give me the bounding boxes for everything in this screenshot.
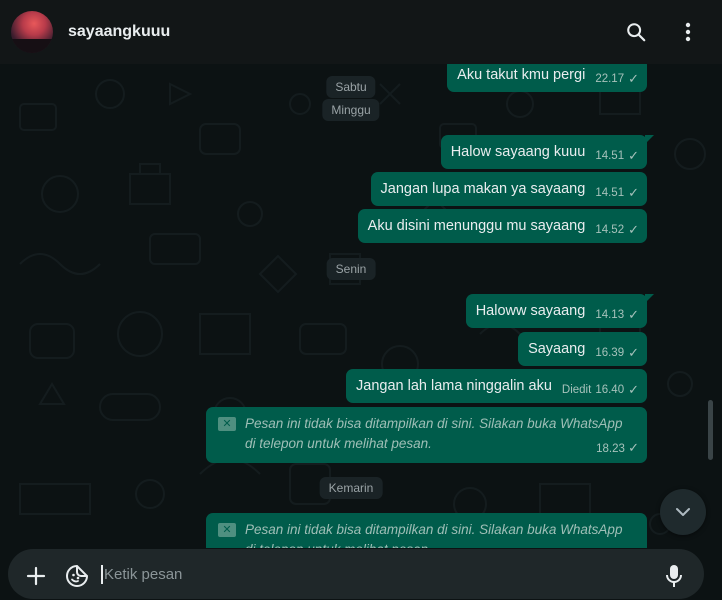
message-bubble[interactable]: Aku disini menunggu mu sayaang 14.52 ✓ (357, 209, 647, 243)
sent-check-icon: ✓ (628, 185, 639, 200)
sent-check-icon: ✓ (628, 307, 639, 322)
message-text: Aku disini menunggu mu sayaang (367, 218, 586, 234)
unsupported-message[interactable]: ✕ Pesan ini tidak bisa ditampilkan di si… (206, 407, 647, 463)
unsupported-message-line2: di telepon untuk melihat pesan. (245, 436, 432, 451)
unsupported-message-icon: ✕ (218, 417, 236, 431)
message-input[interactable] (104, 561, 644, 587)
sent-check-icon: ✓ (628, 345, 639, 360)
message-meta: 14.51 ✓ (595, 148, 639, 164)
message-text: Sayaang (528, 341, 586, 357)
edited-label: Diedit (561, 384, 592, 396)
microphone-icon[interactable] (660, 562, 688, 590)
message-text: Jangan lupa makan ya sayaang (380, 181, 586, 197)
unsupported-message-line1: Pesan ini tidak bisa ditampilkan di sini… (245, 416, 623, 431)
message-time: 14.13 (595, 309, 625, 321)
sent-check-icon: ✓ (628, 222, 639, 237)
avatar[interactable] (11, 11, 53, 53)
chat-header: sayaangkuuu (0, 0, 722, 64)
unsupported-message-line1: Pesan ini tidak bisa ditampilkan di sini… (245, 522, 623, 537)
date-chip-sabtu: Sabtu (326, 76, 376, 98)
attach-plus-icon[interactable] (22, 562, 50, 590)
contact-name[interactable]: sayaangkuuu (68, 23, 170, 41)
message-meta: Diedit 16.40 ✓ (562, 382, 639, 398)
message-bubble[interactable]: Halow sayaang kuuu 14.51 ✓ (440, 135, 655, 169)
message-meta: 14.51 ✓ (595, 185, 639, 201)
message-bubble[interactable]: Haloww sayaang 14.13 ✓ (465, 294, 655, 328)
message-meta: 16.39 ✓ (595, 345, 639, 361)
message-time: 22.17 (595, 73, 625, 85)
sticker-icon[interactable] (63, 562, 91, 590)
scroll-to-bottom-button[interactable] (660, 489, 706, 535)
chevron-down-icon (676, 508, 690, 516)
sent-check-icon: ✓ (628, 382, 639, 397)
message-bubble[interactable]: Aku takut kmu pergi 22.17 ✓ (447, 64, 647, 92)
message-bubble[interactable]: Sayaang 16.39 ✓ (518, 332, 647, 366)
sent-check-icon: ✓ (628, 148, 639, 163)
message-meta: 14.52 ✓ (595, 222, 639, 238)
date-chip-kemarin: Kemarin (319, 477, 383, 499)
message-time: 14.51 (595, 150, 625, 162)
message-meta: 14.13 ✓ (595, 307, 639, 323)
message-time: 14.51 (595, 187, 625, 199)
message-text: Haloww sayaang (475, 303, 586, 319)
message-time: 14.52 (595, 224, 625, 236)
date-chip-senin: Senin (326, 258, 376, 280)
more-vert-icon[interactable] (674, 18, 702, 46)
message-text: Aku takut kmu pergi (457, 67, 586, 83)
text-caret (101, 565, 103, 584)
message-time: 16.39 (595, 347, 625, 359)
message-text: Jangan lah lama ninggalin aku (356, 378, 552, 394)
message-meta: 18.23 ✓ (596, 438, 639, 459)
unsupported-message-line2: di telepon untuk melihat pesan. (245, 540, 637, 548)
message-time: 16.40 (595, 384, 625, 396)
unsupported-message[interactable]: ✕ Pesan ini tidak bisa ditampilkan di si… (206, 513, 647, 548)
message-composer (8, 549, 704, 599)
message-meta: 22.17 ✓ (595, 71, 639, 87)
date-chip-minggu: Minggu (322, 99, 380, 121)
message-bubble[interactable]: Jangan lupa makan ya sayaang 14.51 ✓ (370, 172, 647, 206)
message-bubble[interactable]: Jangan lah lama ninggalin aku Diedit 16.… (346, 369, 647, 403)
search-icon[interactable] (622, 18, 650, 46)
sent-check-icon: ✓ (628, 440, 639, 455)
message-text: Halow sayaang kuuu (450, 144, 586, 160)
message-list[interactable]: Aku takut kmu pergi 22.17 ✓ Sabtu Minggu… (0, 64, 722, 548)
unsupported-message-icon: ✕ (218, 523, 236, 537)
header-actions (622, 18, 702, 46)
sent-check-icon: ✓ (628, 71, 639, 86)
scrollbar-thumb[interactable] (708, 400, 713, 460)
message-time: 18.23 (596, 443, 625, 455)
